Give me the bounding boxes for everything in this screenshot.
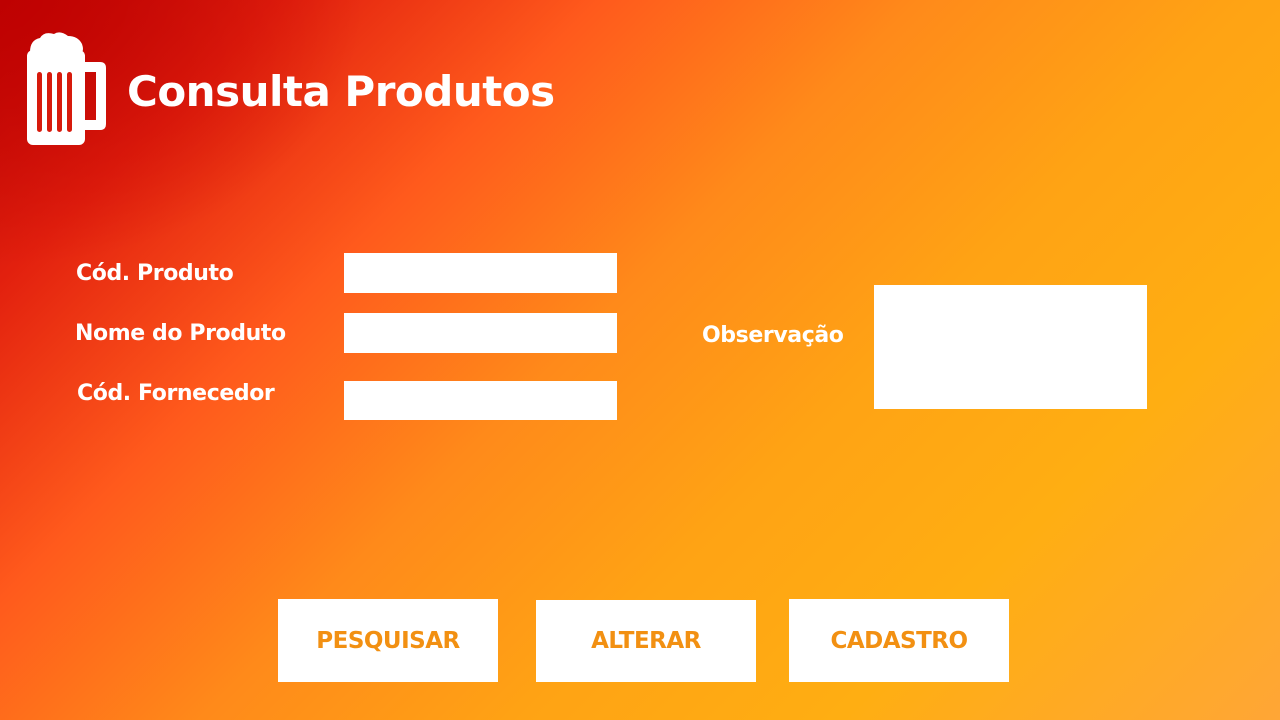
page-title: Consulta Produtos	[127, 67, 555, 116]
codigo-fornecedor-field[interactable]	[344, 381, 617, 420]
observacao-label: Observação	[702, 323, 844, 348]
nome-produto-field[interactable]	[344, 313, 617, 353]
cadastro-button[interactable]: CADASTRO	[789, 599, 1009, 682]
codigo-fornecedor-label: Cód. Fornecedor	[77, 381, 275, 406]
codigo-produto-field[interactable]	[344, 253, 617, 293]
nome-produto-label: Nome do Produto	[75, 321, 286, 346]
beer-mug-icon	[26, 30, 108, 146]
pesquisar-button[interactable]: PESQUISAR	[278, 599, 498, 682]
alterar-button[interactable]: ALTERAR	[536, 600, 756, 682]
codigo-produto-label: Cód. Produto	[76, 261, 234, 286]
observacao-field[interactable]	[874, 285, 1147, 409]
